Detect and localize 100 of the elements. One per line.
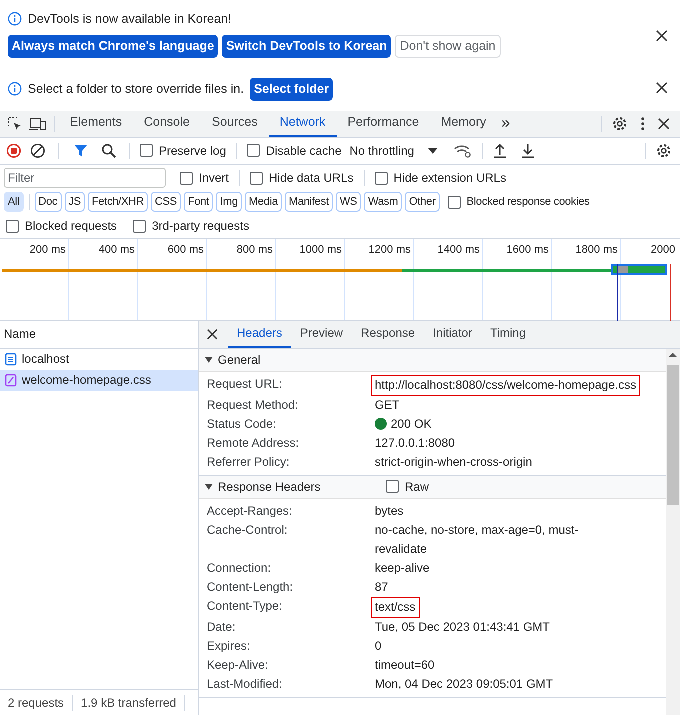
time-tick-label: 1200 ms <box>368 242 411 258</box>
download-icon[interactable] <box>521 142 536 159</box>
checkbox-label: Raw <box>405 478 430 496</box>
type-filter-chip[interactable]: JS <box>64 192 86 212</box>
header-name: Connection: <box>207 560 272 577</box>
banner-button[interactable]: Select folder <box>250 78 334 101</box>
type-filter-chip[interactable]: WS <box>336 192 362 212</box>
header-value: http://localhost:8080/css/welcome-homepage.css <box>371 374 640 396</box>
checkbox-label: Blocked requests <box>25 218 118 236</box>
upload-icon[interactable] <box>493 142 508 159</box>
banner-button[interactable]: Switch DevTools to Korean <box>222 34 392 58</box>
type-filter-chip[interactable]: Manifest <box>285 192 333 212</box>
header-value: text/css <box>371 596 420 618</box>
detail-tab[interactable]: Response <box>352 320 424 348</box>
more-options-icon[interactable] <box>640 116 646 131</box>
time-tick-label: 2000 <box>651 242 676 258</box>
panel-tab[interactable]: Elements <box>59 110 134 137</box>
header-value: bytes <box>375 502 404 520</box>
caret-icon[interactable] <box>428 148 438 154</box>
type-filter-chip[interactable]: Img <box>216 192 242 212</box>
banner-message: Select a folder to store override files in. <box>28 80 244 98</box>
device-toolbar-icon[interactable] <box>29 116 47 132</box>
checkbox[interactable] <box>247 144 260 158</box>
settings-icon[interactable] <box>612 116 628 132</box>
type-filter-chip[interactable]: Fetch/XHR <box>88 192 148 212</box>
panel-tab[interactable]: Performance <box>336 110 430 137</box>
checkbox-label: Hide extension URLs <box>394 170 506 188</box>
type-filter-chip[interactable]: CSS <box>151 192 182 212</box>
header-name: Date: <box>207 618 237 636</box>
checkbox-label: Hide data URLs <box>269 170 354 188</box>
header-name: Accept-Ranges: <box>207 502 294 520</box>
settings-icon[interactable] <box>656 142 672 159</box>
header-name: Keep-Alive: <box>207 656 270 674</box>
header-value: Tue, 05 Dec 2023 01:43:41 GMT <box>375 618 550 636</box>
panel-tab[interactable]: Network <box>268 110 337 137</box>
expand-triangle-icon[interactable] <box>205 482 213 491</box>
detail-tab[interactable]: Initiator <box>424 320 482 348</box>
header-name: Request Method: <box>207 396 300 414</box>
status-text: 2 requests <box>8 694 64 712</box>
checkbox-label: Preserve log <box>159 142 226 160</box>
close-icon[interactable] <box>656 30 668 42</box>
type-filter-chip[interactable]: Wasm <box>364 192 402 212</box>
info-icon <box>8 82 22 96</box>
time-tick-label: 800 ms <box>236 242 273 258</box>
time-tick-label: 200 ms <box>30 242 66 258</box>
panel-tab[interactable]: Sources <box>200 110 269 137</box>
close-icon[interactable] <box>656 82 668 94</box>
header-name: Remote Address: <box>207 434 300 452</box>
close-icon[interactable] <box>658 118 670 130</box>
header-value: 200 OK <box>391 416 432 433</box>
type-filter-chip[interactable]: Media <box>245 192 282 212</box>
checkbox[interactable] <box>374 172 388 185</box>
panel-tab[interactable]: Memory <box>430 110 498 137</box>
close-icon[interactable] <box>207 328 218 340</box>
checkbox-label: Blocked response cookies <box>466 195 590 210</box>
header-value: timeout=60 <box>375 656 435 674</box>
filter-icon[interactable] <box>73 142 89 159</box>
request-name: localhost <box>22 351 70 368</box>
type-filter-chip[interactable]: Font <box>184 192 214 212</box>
time-tick-label: 400 ms <box>98 242 135 258</box>
column-header[interactable]: Name <box>4 325 36 344</box>
type-filter-chip[interactable]: Doc <box>34 192 62 212</box>
detail-tab[interactable]: Preview <box>291 320 352 348</box>
request-row[interactable]: localhost <box>0 348 198 370</box>
header-value: strict-origin-when-cross-origin <box>375 454 532 471</box>
checkbox[interactable] <box>250 172 264 185</box>
status-text: 1.9 kB transferred <box>81 694 176 712</box>
clear-icon[interactable] <box>30 142 46 159</box>
banner-button[interactable]: Always match Chrome's language <box>8 34 218 58</box>
filter-field[interactable]: Filter <box>4 168 166 188</box>
detail-tab[interactable]: Timing <box>481 320 536 348</box>
panel-tab[interactable]: Console <box>133 110 201 137</box>
banner-button[interactable]: Don't show again <box>395 34 501 58</box>
header-name: Content-Type: <box>207 598 284 615</box>
checkbox[interactable] <box>448 196 461 209</box>
document-icon <box>5 352 17 366</box>
checkbox[interactable] <box>133 220 146 233</box>
time-tick-label: 1000 ms <box>300 242 342 258</box>
header-value: keep-alive <box>375 560 430 577</box>
type-filter-chip[interactable]: Other <box>405 192 440 212</box>
throttling-dropdown[interactable]: No throttling <box>350 142 438 160</box>
section-title[interactable]: Response Headers <box>218 478 386 496</box>
record-icon[interactable] <box>6 142 22 159</box>
stylesheet-icon <box>5 374 17 387</box>
header-value: 87 <box>375 578 388 596</box>
checkbox[interactable] <box>140 144 153 158</box>
search-icon[interactable] <box>101 142 117 159</box>
checkbox[interactable] <box>180 172 193 185</box>
request-row[interactable]: welcome-homepage.css <box>0 370 198 391</box>
inspect-element-icon[interactable] <box>7 116 23 132</box>
expand-triangle-icon[interactable] <box>205 356 213 364</box>
type-filter-chip[interactable]: All <box>4 192 24 212</box>
network-conditions-icon[interactable] <box>454 144 472 158</box>
time-tick-label: 1800 ms <box>576 242 618 258</box>
more-tabs-button[interactable]: » <box>497 112 514 136</box>
header-value: 127.0.0.1:8080 <box>375 434 456 452</box>
time-tick-label: 1400 ms <box>438 242 480 258</box>
checkbox[interactable] <box>6 220 19 233</box>
checkbox[interactable] <box>386 480 399 494</box>
checkbox-label: Invert <box>199 170 230 188</box>
